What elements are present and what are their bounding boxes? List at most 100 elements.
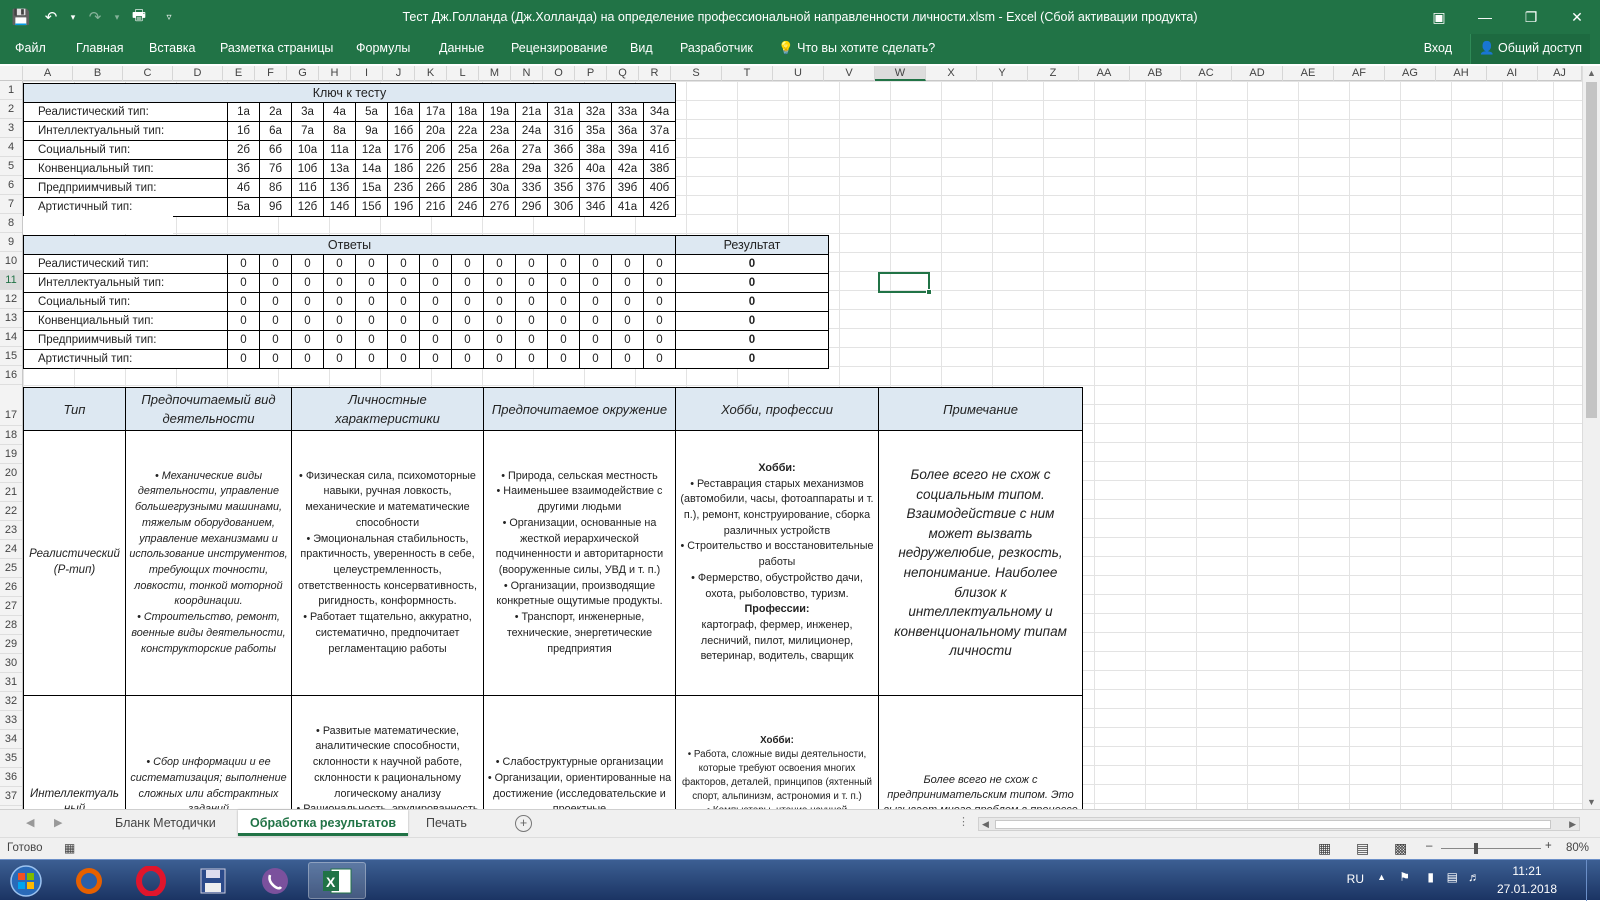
- column-header-p[interactable]: P: [575, 66, 607, 81]
- volume-icon[interactable]: ♬: [1468, 870, 1480, 884]
- desc-environment[interactable]: • Природа, сельская местность • Наименьш…: [483, 430, 676, 696]
- answer-cell[interactable]: 0: [611, 330, 644, 350]
- key-cell[interactable]: 38б: [643, 159, 676, 179]
- normal-view-icon[interactable]: ▦: [1318, 840, 1331, 857]
- column-header-aa[interactable]: AA: [1079, 66, 1130, 81]
- key-cell[interactable]: 7а: [291, 121, 324, 141]
- answer-cell[interactable]: 0: [227, 311, 260, 331]
- key-cell[interactable]: 34б: [579, 197, 612, 217]
- key-cell[interactable]: 35б: [547, 178, 580, 198]
- column-header-w[interactable]: W: [875, 66, 926, 81]
- column-header-ad[interactable]: AD: [1232, 66, 1283, 81]
- column-header-c[interactable]: C: [123, 66, 173, 81]
- row-header-19[interactable]: 19: [0, 445, 22, 464]
- key-cell[interactable]: 6а: [259, 121, 292, 141]
- answer-cell[interactable]: 0: [355, 254, 388, 274]
- answer-cell[interactable]: 0: [419, 273, 452, 293]
- network-icon[interactable]: ▤: [1447, 870, 1458, 884]
- column-header-j[interactable]: J: [383, 66, 415, 81]
- prev-sheet-icon[interactable]: ◀: [26, 816, 34, 829]
- key-cell[interactable]: 19а: [483, 102, 516, 122]
- tab-home[interactable]: Главная: [76, 34, 124, 64]
- key-cell[interactable]: 33б: [515, 178, 548, 198]
- row-header-2[interactable]: 2: [0, 100, 22, 119]
- row-header-6[interactable]: 6: [0, 176, 22, 195]
- row-header-24[interactable]: 24: [0, 540, 22, 559]
- answer-cell[interactable]: 0: [291, 254, 324, 274]
- key-cell[interactable]: 25б: [451, 159, 484, 179]
- floppy-save-icon[interactable]: [184, 862, 242, 899]
- tab-formulas[interactable]: Формулы: [356, 34, 410, 64]
- key-cell[interactable]: 17б: [387, 140, 420, 160]
- key-cell[interactable]: 36а: [611, 121, 644, 141]
- column-header-ac[interactable]: AC: [1181, 66, 1232, 81]
- key-cell[interactable]: 21б: [419, 197, 452, 217]
- key-cell[interactable]: 12а: [355, 140, 388, 160]
- key-cell[interactable]: 28б: [451, 178, 484, 198]
- flag-icon[interactable]: ⚑: [1399, 870, 1410, 884]
- desc-hobby[interactable]: Хобби: • Работа, сложные виды деятельност…: [675, 695, 879, 809]
- answer-cell[interactable]: 0: [483, 330, 516, 350]
- row-header-36[interactable]: 36: [0, 768, 22, 787]
- key-cell[interactable]: 13б: [323, 178, 356, 198]
- answer-cell[interactable]: 0: [355, 311, 388, 331]
- answer-cell[interactable]: 0: [515, 330, 548, 350]
- answer-cell[interactable]: 0: [419, 349, 452, 369]
- column-header-ai[interactable]: AI: [1487, 66, 1538, 81]
- answer-cell[interactable]: 0: [451, 311, 484, 331]
- answer-cell[interactable]: 0: [227, 254, 260, 274]
- answer-cell[interactable]: 0: [227, 292, 260, 312]
- answer-cell[interactable]: 0: [451, 273, 484, 293]
- key-cell[interactable]: 41а: [611, 197, 644, 217]
- row-header-20[interactable]: 20: [0, 464, 22, 483]
- answer-cell[interactable]: 0: [547, 292, 580, 312]
- answer-cell[interactable]: 0: [579, 273, 612, 293]
- key-cell[interactable]: 24а: [515, 121, 548, 141]
- row-header-5[interactable]: 5: [0, 157, 22, 176]
- key-cell[interactable]: 1а: [227, 102, 260, 122]
- answer-cell[interactable]: 0: [643, 349, 676, 369]
- answer-cell[interactable]: 0: [547, 330, 580, 350]
- desc-hobby[interactable]: Хобби: • Реставрация старых механизмов (а…: [675, 430, 879, 696]
- tab-review[interactable]: Рецензирование: [511, 34, 608, 64]
- row-header-22[interactable]: 22: [0, 502, 22, 521]
- sheet-tab-print[interactable]: Печать: [414, 810, 479, 836]
- column-header-q[interactable]: Q: [607, 66, 639, 81]
- answer-cell[interactable]: 0: [611, 273, 644, 293]
- key-cell[interactable]: 34а: [643, 102, 676, 122]
- key-cell[interactable]: 7б: [259, 159, 292, 179]
- column-header-m[interactable]: M: [479, 66, 511, 81]
- result-cell[interactable]: 0: [675, 292, 829, 312]
- answer-cell[interactable]: 0: [515, 254, 548, 274]
- row-header-25[interactable]: 25: [0, 559, 22, 578]
- answer-cell[interactable]: 0: [515, 311, 548, 331]
- row-header-16[interactable]: 16: [0, 366, 22, 385]
- answer-cell[interactable]: 0: [355, 330, 388, 350]
- viber-icon[interactable]: [246, 862, 304, 899]
- key-cell[interactable]: 20а: [419, 121, 452, 141]
- column-header-x[interactable]: X: [926, 66, 977, 81]
- row-header-37[interactable]: 37: [0, 787, 22, 806]
- key-cell[interactable]: 42б: [643, 197, 676, 217]
- answer-cell[interactable]: 0: [323, 254, 356, 274]
- key-cell[interactable]: 41б: [643, 140, 676, 160]
- row-header-28[interactable]: 28: [0, 616, 22, 635]
- page-break-view-icon[interactable]: ▩: [1394, 840, 1407, 857]
- answer-cell[interactable]: 0: [611, 292, 644, 312]
- row-header-32[interactable]: 32: [0, 692, 22, 711]
- answer-cell[interactable]: 0: [227, 330, 260, 350]
- key-cell[interactable]: 35а: [579, 121, 612, 141]
- key-cell[interactable]: 40а: [579, 159, 612, 179]
- result-cell[interactable]: 0: [675, 349, 829, 369]
- scroll-left-icon[interactable]: ◀: [982, 819, 989, 830]
- horizontal-scroll-thumb[interactable]: [995, 820, 1551, 829]
- key-cell[interactable]: 12б: [291, 197, 324, 217]
- answer-cell[interactable]: 0: [483, 292, 516, 312]
- key-cell[interactable]: 39а: [611, 140, 644, 160]
- row-header-30[interactable]: 30: [0, 654, 22, 673]
- key-cell[interactable]: 23а: [483, 121, 516, 141]
- answer-cell[interactable]: 0: [547, 273, 580, 293]
- answer-cell[interactable]: 0: [451, 349, 484, 369]
- row-header-9[interactable]: 9: [0, 233, 22, 252]
- key-cell[interactable]: 16б: [387, 121, 420, 141]
